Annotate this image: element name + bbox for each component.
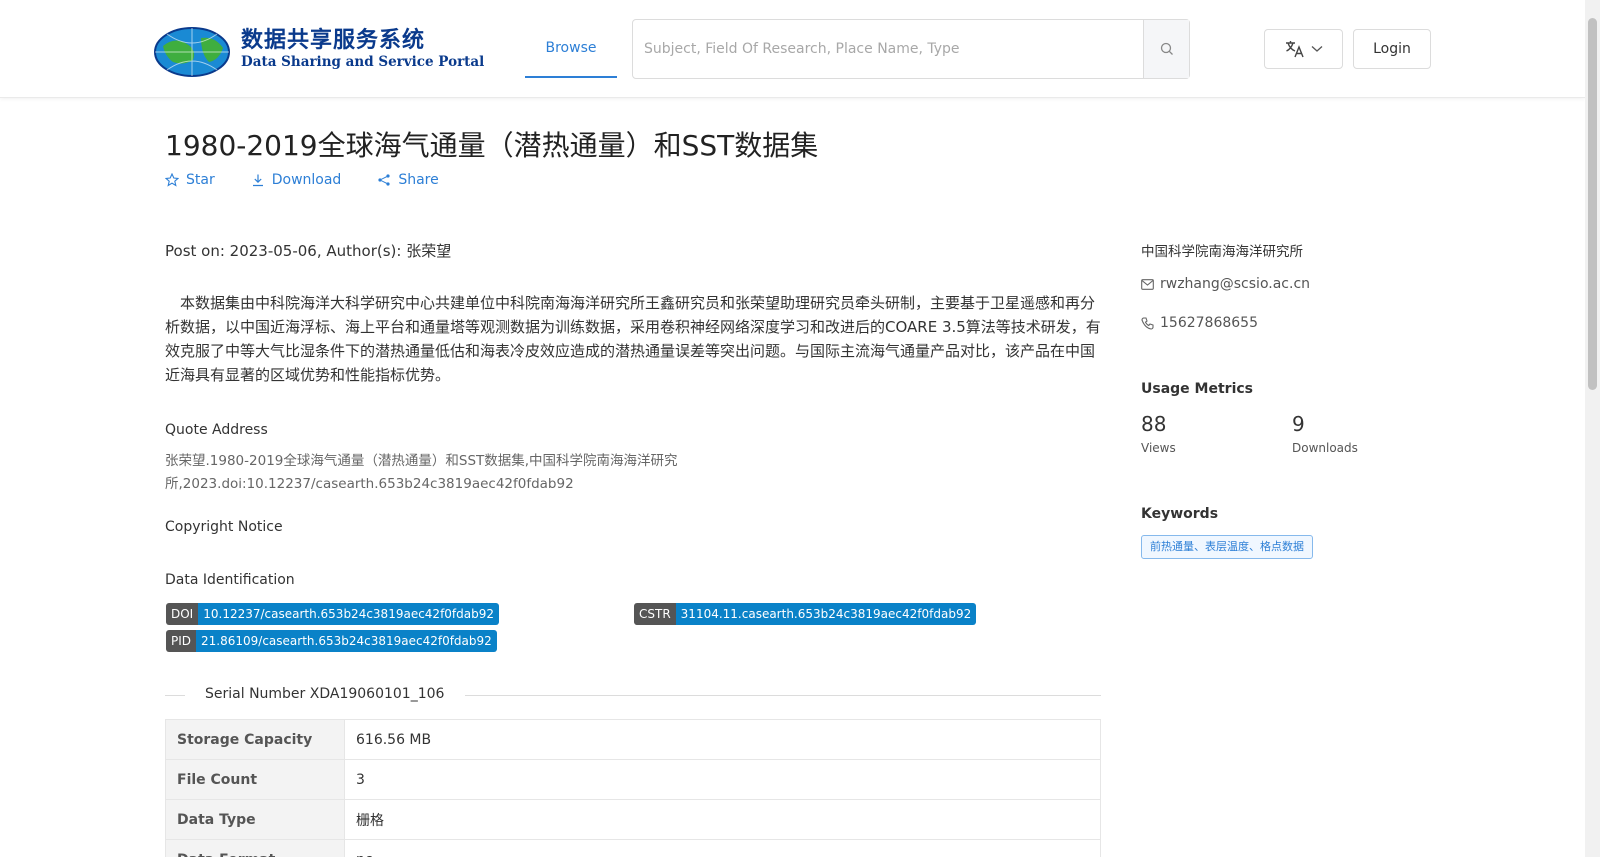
serial-divider: Serial Number XDA19060101_106 bbox=[165, 686, 1101, 704]
info-key: Data Format bbox=[165, 839, 345, 857]
views-count: 88 bbox=[1141, 412, 1167, 436]
pid-key: PID bbox=[166, 630, 197, 652]
info-value: nc bbox=[344, 839, 1101, 857]
mail-icon bbox=[1141, 278, 1154, 290]
table-row: Data Format nc bbox=[165, 839, 1101, 857]
institution-name: 中国科学院南海海洋研究所 bbox=[1141, 244, 1303, 260]
chevron-down-icon bbox=[1311, 46, 1322, 52]
keywords-heading: Keywords bbox=[1141, 506, 1219, 522]
translate-icon bbox=[1285, 41, 1304, 58]
logo-title-en: Data Sharing and Service Portal bbox=[241, 54, 485, 70]
views-label: Views bbox=[1141, 441, 1176, 455]
top-header: 数据共享服务系统 Data Sharing and Service Portal… bbox=[0, 0, 1585, 98]
info-value: 616.56 MB bbox=[344, 719, 1101, 760]
post-info: Post on: 2023-05-06, Author(s): 张荣望 bbox=[165, 242, 452, 260]
table-row: Storage Capacity 616.56 MB bbox=[165, 719, 1101, 760]
download-icon bbox=[252, 174, 263, 187]
usage-metrics-heading: Usage Metrics bbox=[1141, 381, 1253, 397]
logo-title-cn: 数据共享服务系统 bbox=[241, 27, 426, 53]
pid-value: 21.86109/casearth.653b24c3819aec42f0fdab… bbox=[196, 630, 497, 652]
downloads-label: Downloads bbox=[1292, 441, 1358, 455]
downloads-count: 9 bbox=[1292, 412, 1305, 436]
share-button[interactable]: Share bbox=[377, 172, 439, 188]
contact-email[interactable]: rwzhang@scsio.ac.cn bbox=[1141, 276, 1310, 292]
table-row: File Count 3 bbox=[165, 759, 1101, 800]
doi-key: DOI bbox=[166, 603, 199, 625]
divider-line-right bbox=[465, 695, 1101, 696]
info-value: 3 bbox=[344, 759, 1101, 800]
views-metric: 88 Views bbox=[1141, 412, 1176, 455]
search-button[interactable] bbox=[1143, 20, 1189, 78]
doi-value: 10.12237/casearth.653b24c3819aec42f0fdab… bbox=[198, 603, 500, 625]
contact-phone: 15627868655 bbox=[1141, 315, 1258, 331]
star-icon bbox=[165, 173, 179, 187]
share-icon bbox=[378, 174, 390, 186]
downloads-metric: 9 Downloads bbox=[1292, 412, 1358, 455]
divider-line-left bbox=[165, 695, 185, 696]
download-label: Download bbox=[271, 172, 342, 188]
login-button[interactable]: Login bbox=[1353, 29, 1431, 69]
identification-heading: Data Identification bbox=[165, 572, 295, 588]
globe-logo-icon bbox=[154, 27, 230, 77]
keyword-tag[interactable]: 前热通量、表层温度、格点数据 bbox=[1141, 535, 1313, 559]
email-text: rwzhang@scsio.ac.cn bbox=[1160, 276, 1311, 292]
phone-text: 15627868655 bbox=[1160, 315, 1258, 331]
cstr-value: 31104.11.casearth.653b24c3819aec42f0fdab… bbox=[675, 603, 977, 625]
phone-icon bbox=[1141, 316, 1154, 330]
doi-badge[interactable]: DOI 10.12237/casearth.653b24c3819aec42f0… bbox=[166, 603, 500, 625]
search-icon bbox=[1160, 42, 1173, 55]
star-button[interactable]: Star bbox=[165, 172, 215, 188]
scrollbar-thumb[interactable] bbox=[1588, 18, 1597, 390]
info-value: 栅格 bbox=[344, 799, 1101, 840]
info-key: Storage Capacity bbox=[165, 719, 345, 760]
share-label: Share bbox=[398, 172, 439, 188]
cstr-badge[interactable]: CSTR 31104.11.casearth.653b24c3819aec42f… bbox=[634, 603, 977, 625]
dataset-actions: Star Download Share bbox=[165, 172, 439, 188]
table-row: Data Type 栅格 bbox=[165, 799, 1101, 840]
pid-badge[interactable]: PID 21.86109/casearth.653b24c3819aec42f0… bbox=[166, 630, 497, 652]
search-bar bbox=[632, 19, 1190, 79]
site-logo[interactable]: 数据共享服务系统 Data Sharing and Service Portal bbox=[153, 18, 484, 80]
nav-browse-tab[interactable]: Browse bbox=[525, 0, 617, 78]
serial-number: Serial Number XDA19060101_106 bbox=[205, 686, 445, 702]
copyright-heading: Copyright Notice bbox=[165, 519, 283, 535]
search-input[interactable] bbox=[633, 20, 1143, 78]
star-label: Star bbox=[186, 172, 215, 188]
dataset-description: 本数据集由中科院海洋大科学研究中心共建单位中科院南海海洋研究所王鑫研究员和张荣望… bbox=[165, 294, 1101, 384]
info-key: Data Type bbox=[165, 799, 345, 840]
language-switch-button[interactable] bbox=[1264, 29, 1343, 69]
dataset-info-table: Storage Capacity 616.56 MB File Count 3 … bbox=[165, 719, 1101, 857]
page-scrollbar[interactable] bbox=[1585, 0, 1600, 857]
cstr-key: CSTR bbox=[634, 603, 676, 625]
quote-text: 张荣望.1980-2019全球海气通量（潜热通量）和SST数据集,中国科学院南海… bbox=[165, 453, 678, 492]
dataset-title: 1980-2019全球海气通量（潜热通量）和SST数据集 bbox=[165, 129, 819, 162]
download-button[interactable]: Download bbox=[251, 172, 342, 188]
info-key: File Count bbox=[165, 759, 345, 800]
quote-heading: Quote Address bbox=[165, 422, 268, 438]
